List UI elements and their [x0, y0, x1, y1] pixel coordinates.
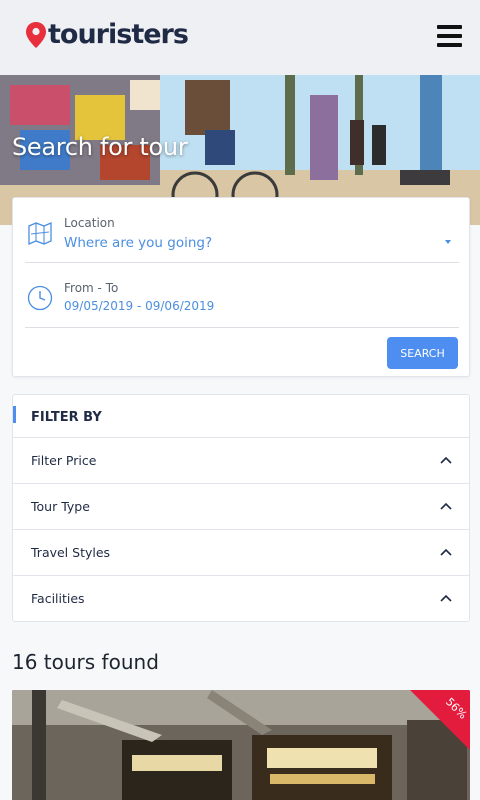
location-select[interactable]: Where are you going? — [64, 235, 212, 251]
chevron-up-icon — [440, 548, 452, 556]
filter-item-tour-type[interactable]: Tour Type — [13, 484, 469, 530]
filter-panel: FILTER BY Filter Price Tour Type Travel … — [12, 394, 470, 622]
filter-item-label: Facilities — [31, 591, 85, 606]
filter-header: FILTER BY — [13, 395, 469, 438]
search-button[interactable]: SEARCH — [387, 337, 458, 369]
filter-title: FILTER BY — [31, 410, 102, 425]
logo[interactable]: touristers — [25, 19, 189, 50]
map-icon — [28, 222, 52, 245]
chevron-up-icon — [440, 594, 452, 602]
tour-card-image[interactable]: 56% — [12, 690, 470, 800]
date-range-label: From - To — [64, 281, 119, 295]
map-pin-icon — [26, 22, 46, 48]
clock-icon — [27, 285, 53, 311]
search-form: Location Where are you going? From - To … — [12, 197, 470, 377]
filter-item-label: Filter Price — [31, 453, 97, 468]
location-label: Location — [64, 216, 115, 230]
hamburger-menu-icon[interactable] — [437, 25, 462, 47]
logo-text: touristers — [48, 19, 189, 50]
chevron-up-icon — [440, 456, 452, 464]
hero-title: Search for tour — [12, 133, 188, 161]
app-header: touristers — [0, 0, 480, 75]
chevron-up-icon — [440, 502, 452, 510]
dropdown-caret-icon — [445, 240, 451, 244]
tour-photo — [12, 690, 470, 800]
filter-item-label: Tour Type — [31, 499, 90, 514]
filter-item-price[interactable]: Filter Price — [13, 438, 469, 484]
filter-item-label: Travel Styles — [31, 545, 111, 560]
location-field[interactable]: Location Where are you going? — [25, 210, 459, 263]
date-range-field[interactable]: From - To 09/05/2019 - 09/06/2019 — [25, 275, 459, 328]
results-count: 16 tours found — [12, 650, 159, 674]
filter-item-travel-styles[interactable]: Travel Styles — [13, 530, 469, 576]
discount-badge: 56% — [410, 690, 470, 750]
filter-item-facilities[interactable]: Facilities — [13, 576, 469, 622]
date-range-value[interactable]: 09/05/2019 - 09/06/2019 — [64, 299, 214, 313]
